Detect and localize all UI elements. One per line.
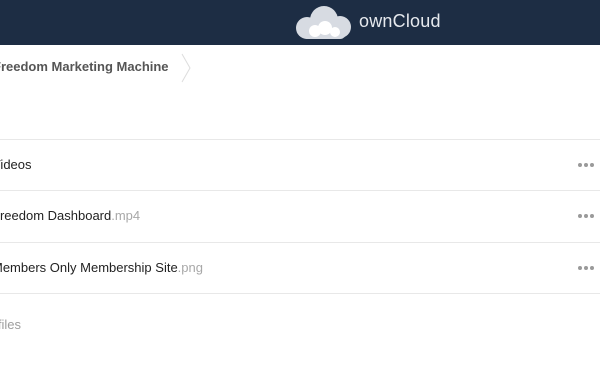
- cloud-icon[interactable]: [291, 5, 355, 41]
- file-row[interactable]: Members Only Membership Site.png: [0, 242, 600, 293]
- brand-name: ownCloud: [359, 11, 441, 31]
- file-row[interactable]: Freedom Dashboard.mp4: [0, 190, 600, 241]
- more-icon[interactable]: [578, 159, 594, 171]
- file-basename: Freedom Dashboard: [0, 208, 112, 223]
- file-row[interactable]: Videos: [0, 139, 600, 190]
- file-count-summary: 2 files: [0, 317, 21, 332]
- file-basename: Members Only Membership Site: [0, 260, 178, 275]
- file-name[interactable]: Members Only Membership Site.png: [0, 260, 203, 275]
- file-extension: .png: [177, 260, 203, 275]
- file-extension: .mp4: [111, 208, 141, 223]
- file-basename: Videos: [0, 157, 32, 172]
- chevron-right-icon: [181, 53, 191, 83]
- more-icon[interactable]: [578, 262, 594, 274]
- more-icon[interactable]: [578, 210, 594, 222]
- breadcrumb-item-current[interactable]: Freedom Marketing Machine: [0, 59, 169, 74]
- breadcrumb: Freedom Marketing Machine: [0, 45, 600, 90]
- file-name[interactable]: Videos: [0, 157, 32, 172]
- list-divider: [0, 293, 600, 294]
- file-name[interactable]: Freedom Dashboard.mp4: [0, 208, 140, 223]
- app-header: ownCloud: [0, 0, 600, 45]
